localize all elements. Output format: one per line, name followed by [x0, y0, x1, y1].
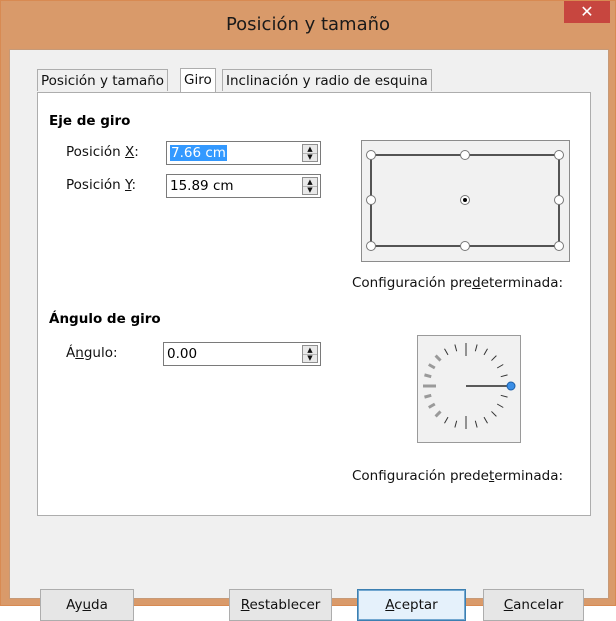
angle-caption-text: Configuración prede: [352, 468, 489, 484]
ok-mnemonic[interactable]: A: [385, 597, 394, 613]
pos-y-value[interactable]: 15.89 cm: [170, 178, 234, 194]
tab-position-size[interactable]: Posición y tamaño: [37, 69, 169, 91]
spin-down-icon[interactable]: ▼: [303, 354, 317, 362]
help-button[interactable]: Ayuda: [40, 589, 134, 621]
help-label[interactable]: Ay: [66, 597, 82, 613]
tab-position-size-label[interactable]: Posición y tamaño: [41, 73, 164, 89]
pos-y-label-text: Posición: [66, 177, 125, 193]
pivot-point-bottom-center[interactable]: [460, 241, 470, 251]
angle-field[interactable]: 0.00 ▲ ▼: [163, 342, 321, 366]
dialog-body: Posición y tamaño Giro Inclinación y rad…: [9, 49, 609, 621]
pos-y-label: Posición Y:: [66, 177, 136, 193]
reset-label[interactable]: establecer: [249, 597, 320, 613]
tab-rotation[interactable]: Giro: [180, 68, 216, 96]
pivot-point-bottom-left[interactable]: [366, 241, 376, 251]
pivot-preset-selector[interactable]: [361, 140, 570, 262]
pivot-point-top-center[interactable]: [460, 150, 470, 160]
angle-mnemonic: n: [75, 345, 84, 361]
ok-label[interactable]: ceptar: [394, 597, 437, 613]
pivot-caption-text-end: eterminada:: [480, 275, 564, 291]
cancel-button[interactable]: Cancelar: [483, 589, 584, 621]
pos-y-colon: :: [131, 177, 137, 193]
angle-stepper[interactable]: ▲ ▼: [302, 345, 318, 363]
dial-tick: [424, 393, 432, 399]
cancel-label[interactable]: ancelar: [513, 597, 563, 613]
tab-panel: Eje de giro Posición X: 7.66 cm ▲ ▼ Posic…: [37, 92, 591, 516]
dial-knob[interactable]: [506, 381, 516, 391]
pivot-preset-caption: Configuración predeterminada:: [352, 275, 563, 291]
window-title: Posición y tamaño: [225, 14, 391, 35]
cancel-mnemonic[interactable]: C: [504, 597, 513, 613]
pos-y-field[interactable]: 15.89 cm ▲ ▼: [166, 174, 321, 198]
angle-preset-caption: Configuración predeterminada:: [352, 468, 563, 484]
pivot-point-top-left[interactable]: [366, 150, 376, 160]
rotation-heading: Ángulo de giro: [49, 311, 161, 327]
ok-button[interactable]: Aceptar: [357, 589, 466, 621]
close-icon[interactable]: ✕: [580, 2, 593, 21]
tab-rotation-label[interactable]: Giro: [184, 72, 212, 88]
pos-x-mnemonic: X: [124, 144, 135, 160]
spin-down-icon[interactable]: ▼: [303, 186, 317, 194]
help-label-end[interactable]: da: [91, 597, 108, 613]
pivot-point-top-right[interactable]: [554, 150, 564, 160]
pos-x-label: Posición X:: [66, 144, 139, 160]
pos-x-colon: :: [134, 144, 139, 160]
angle-label-text: Á: [66, 345, 76, 361]
angle-label: Ángulo:: [66, 345, 118, 361]
pos-y-stepper[interactable]: ▲ ▼: [302, 177, 318, 195]
pos-x-value[interactable]: 7.66 cm: [170, 145, 227, 161]
pivot-point-middle-left[interactable]: [366, 195, 376, 205]
pivot-heading: Eje de giro: [49, 113, 131, 129]
pos-x-field[interactable]: 7.66 cm ▲ ▼: [166, 141, 321, 165]
title-bar[interactable]: Posición y tamaño ✕: [1, 1, 615, 49]
pivot-point-bottom-right[interactable]: [554, 241, 564, 251]
spin-down-icon[interactable]: ▼: [303, 153, 317, 161]
rotation-dial[interactable]: [417, 335, 521, 443]
reset-button[interactable]: Restablecer: [229, 589, 332, 621]
close-button[interactable]: ✕: [564, 1, 610, 23]
pivot-caption-text: Configuración pre: [352, 275, 473, 291]
angle-label-text-end: gulo:: [83, 345, 118, 361]
help-mnemonic[interactable]: u: [82, 597, 91, 613]
pivot-caption-mnemonic: d: [472, 275, 481, 291]
tab-slant-corner-label[interactable]: Inclinación y radio de esquina: [226, 73, 428, 89]
dialog-window: Posición y tamaño ✕ Posición y tamaño Gi…: [0, 0, 616, 621]
pivot-point-middle-right[interactable]: [554, 195, 564, 205]
tab-slant-corner[interactable]: Inclinación y radio de esquina: [222, 69, 432, 91]
dial-tick: [424, 373, 432, 379]
angle-caption-text-end: erminada:: [494, 468, 564, 484]
angle-value[interactable]: 0.00: [167, 346, 197, 362]
pos-x-stepper[interactable]: ▲ ▼: [302, 144, 318, 162]
selected-pivot-dot: [463, 198, 467, 202]
pos-x-label-text: Posición: [66, 144, 125, 160]
